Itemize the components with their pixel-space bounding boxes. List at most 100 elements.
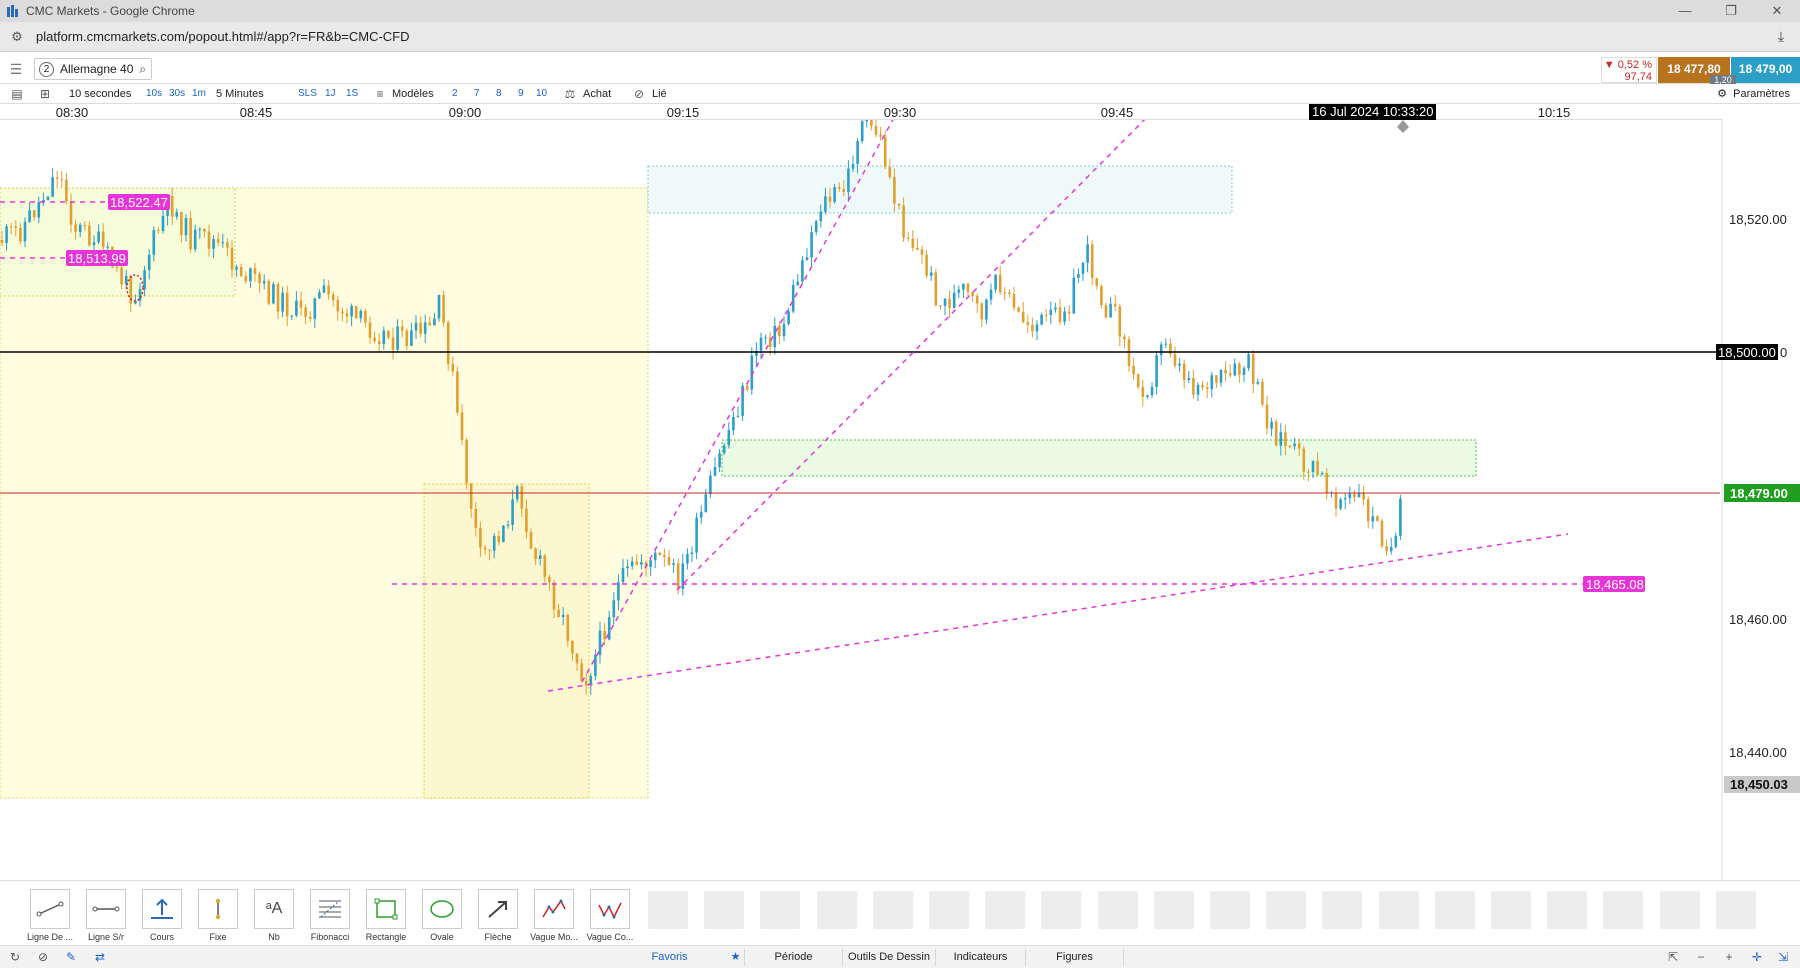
empty-tool-slot[interactable]: [1041, 891, 1082, 929]
layout-8[interactable]: 8: [496, 86, 502, 102]
tool-fixed[interactable]: Fixe: [190, 889, 246, 942]
empty-tool-slot[interactable]: [1266, 891, 1307, 929]
tab-figures[interactable]: Figures: [1025, 949, 1123, 966]
link-icon[interactable]: ⊘: [632, 86, 646, 102]
btn-30s[interactable]: 30s: [169, 86, 185, 102]
candle-body: [1081, 262, 1085, 274]
btn-1m[interactable]: 1m: [192, 86, 206, 102]
zone-rect[interactable]: [721, 439, 1477, 477]
layout-9[interactable]: 9: [518, 86, 524, 102]
empty-tool-slot[interactable]: [985, 891, 1026, 929]
crosshair-icon[interactable]: ✛: [1748, 949, 1766, 966]
empty-tool-slot[interactable]: [648, 891, 688, 929]
site-settings-icon[interactable]: ⚙: [8, 28, 26, 46]
minimize-button[interactable]: —: [1662, 0, 1708, 22]
tab-favorites[interactable]: Favoris ★: [648, 949, 744, 966]
empty-tool-slot[interactable]: [1097, 891, 1138, 929]
candle-body: [667, 557, 671, 565]
tool-text[interactable]: ᵃA Nb: [246, 889, 302, 942]
btn-10s[interactable]: 10s: [146, 86, 162, 102]
empty-tool-slot[interactable]: [704, 891, 745, 929]
swap-icon[interactable]: ⇄: [91, 949, 109, 966]
trendline[interactable]: [547, 533, 1569, 692]
linked-button[interactable]: Lié: [652, 86, 667, 102]
empty-tool-slot[interactable]: [1659, 891, 1700, 929]
layout-7[interactable]: 7: [474, 86, 480, 102]
layout-10[interactable]: 10: [536, 86, 547, 102]
zone-rect[interactable]: [647, 165, 1233, 214]
templates-icon[interactable]: ≡: [373, 86, 387, 102]
price-chart[interactable]: 18,520.00 18,460.00 18,440.00 18,500.00 …: [0, 120, 1800, 880]
buy-price-button[interactable]: 18 479,00: [1731, 57, 1800, 83]
tool-sr-line[interactable]: Ligne S/r: [78, 889, 134, 942]
tab-drawing-tools[interactable]: Outils De Dessin: [842, 949, 935, 966]
empty-tool-slot[interactable]: [872, 891, 913, 929]
candle-body: [658, 552, 662, 556]
candle-body: [663, 555, 666, 558]
instrument-selector[interactable]: 2 Allemagne 40 ⌕: [34, 58, 152, 80]
zoom-out-icon[interactable]: −: [1692, 949, 1710, 966]
download-icon[interactable]: ⤓: [1772, 28, 1790, 46]
candle-body: [805, 257, 809, 261]
period-selector[interactable]: 5 Minutes: [216, 86, 264, 102]
empty-tool-slot[interactable]: [1434, 891, 1475, 929]
tool-fibonacci[interactable]: Fibonacci: [302, 889, 358, 942]
candle-body: [258, 273, 261, 284]
menu-icon[interactable]: ☰: [6, 59, 26, 79]
candle-body: [488, 549, 491, 551]
templates-button[interactable]: Modèles: [392, 86, 434, 102]
empty-tool-slot[interactable]: [1153, 891, 1194, 929]
search-icon[interactable]: ⌕: [139, 62, 146, 77]
close-button[interactable]: ✕: [1754, 0, 1800, 22]
settings-button[interactable]: ⚙ Paramètres: [1717, 86, 1790, 102]
candle-body: [313, 298, 317, 319]
fit-icon[interactable]: ⇱: [1664, 949, 1682, 966]
tool-price[interactable]: Cours: [134, 889, 190, 942]
tab-indicators[interactable]: Indicateurs: [935, 949, 1025, 966]
tool-trend-line[interactable]: Ligne De ...: [22, 889, 78, 942]
empty-tool-slot[interactable]: [1603, 891, 1644, 929]
maximize-button[interactable]: ❐: [1708, 0, 1754, 22]
refresh-icon[interactable]: ↻: [6, 949, 24, 966]
zoom-in-icon[interactable]: +: [1720, 949, 1738, 966]
list-icon[interactable]: ▤: [10, 86, 24, 102]
empty-tool-slot[interactable]: [1210, 891, 1250, 929]
tool-wave-motive[interactable]: Vague Mo...: [526, 889, 582, 942]
empty-tool-slot[interactable]: [1491, 891, 1531, 929]
empty-tool-slot[interactable]: [1378, 891, 1419, 929]
url-text[interactable]: platform.cmcmarkets.com/popout.html#/app…: [36, 29, 410, 44]
candle-body: [617, 582, 620, 601]
empty-tool-slot[interactable]: [1715, 891, 1756, 929]
block-icon[interactable]: ⊘: [34, 949, 52, 966]
layout-2[interactable]: 2: [452, 86, 458, 102]
candle-body: [1192, 378, 1195, 395]
tool-wave-corrective[interactable]: Vague Co...: [582, 889, 638, 942]
candle-body: [598, 630, 602, 655]
tool-arrow[interactable]: Flèche: [470, 889, 526, 942]
candle-body: [1164, 343, 1168, 345]
candle-body: [635, 561, 639, 565]
btn-1j[interactable]: 1J: [325, 86, 336, 102]
buy-mode-button[interactable]: Achat: [583, 86, 611, 102]
candle-body: [1003, 292, 1007, 294]
btn-1s[interactable]: 1S: [346, 86, 358, 102]
interval-selector[interactable]: 10 secondes: [69, 86, 131, 102]
empty-tool-slot[interactable]: [1547, 891, 1588, 929]
expand-icon[interactable]: ⇲: [1774, 949, 1792, 966]
empty-tool-slot[interactable]: [760, 891, 801, 929]
tool-oval[interactable]: Ovale: [414, 889, 470, 942]
empty-tool-slot[interactable]: [929, 891, 969, 929]
empty-tool-slot[interactable]: [816, 891, 857, 929]
pencil-icon[interactable]: ✎: [62, 949, 80, 966]
rectangle-icon: [374, 898, 398, 920]
zone-rect[interactable]: [423, 483, 590, 799]
btn-sls[interactable]: SLS: [298, 86, 317, 102]
buy-mode-icon[interactable]: ⚖: [563, 86, 577, 102]
empty-tool-slot[interactable]: [1322, 891, 1363, 929]
tab-period[interactable]: Période: [744, 949, 842, 966]
candle-body: [1118, 306, 1122, 337]
tool-rectangle[interactable]: Rectangle: [358, 889, 414, 942]
candle-body: [1155, 355, 1158, 387]
layout-icon[interactable]: ⊞: [38, 86, 52, 102]
candle-body: [1017, 307, 1020, 312]
